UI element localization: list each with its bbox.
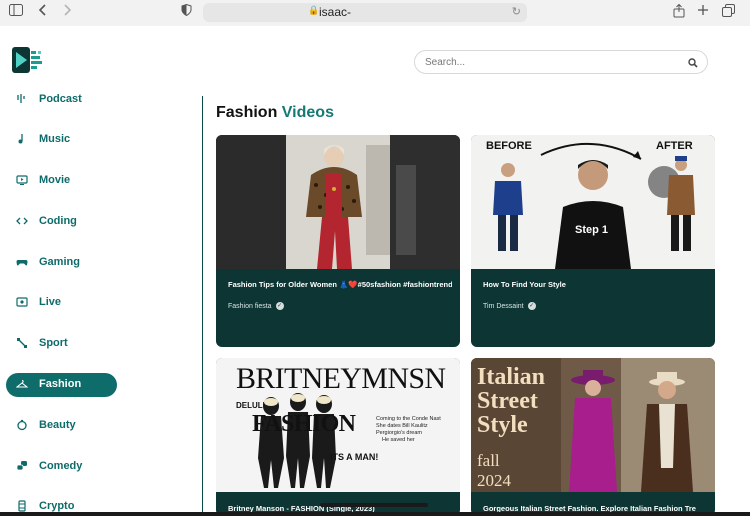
sidebar-toggle-icon[interactable] <box>9 4 23 21</box>
svg-text:Style: Style <box>477 412 528 438</box>
sidebar-item-label: Gaming <box>39 256 80 268</box>
sidebar-item-label: Podcast <box>39 93 82 105</box>
sidebar-item-fashion[interactable]: Fashion <box>6 373 117 397</box>
video-card[interactable]: Italian Street Style fall 2024 Gorgeous … <box>471 358 715 516</box>
video-card[interactable]: BEFORE AFTER Step 1 How To Find Your Sty… <box>471 135 715 347</box>
verified-icon: ✓ <box>275 302 284 310</box>
sidebar-item-label: Coding <box>39 215 77 227</box>
beauty-icon <box>16 419 28 431</box>
thumb-street-text: Street <box>477 388 538 414</box>
window-bottom-edge <box>0 512 750 516</box>
sidebar-item-label: Crypto <box>39 500 75 512</box>
video-thumbnail[interactable] <box>216 135 460 269</box>
verified-icon: ✓ <box>527 302 536 310</box>
thumb-before-text: BEFORE <box>486 140 532 152</box>
sidebar-item-label: Movie <box>39 174 71 186</box>
sidebar-item-music[interactable]: Music <box>6 128 117 152</box>
reload-icon[interactable]: ↻ <box>512 5 521 18</box>
sidebar-item-label: Fashion <box>39 378 82 390</box>
sidebar-item-coding[interactable]: Coding <box>6 210 117 234</box>
site-logo[interactable] <box>10 45 44 75</box>
thumb-style-text: Style <box>477 412 528 438</box>
privacy-shield-icon[interactable] <box>181 3 192 21</box>
video-author[interactable]: Fashion fiesta ✓ <box>228 302 284 310</box>
sidebar-item-live[interactable]: Live <box>6 291 117 315</box>
svg-text:fall: fall <box>477 451 500 470</box>
horizontal-scrollbar[interactable] <box>320 503 428 507</box>
music-note-icon <box>16 133 28 145</box>
comedy-icon <box>16 460 28 472</box>
sidebar-item-label: Music <box>39 133 71 145</box>
video-card[interactable]: Fashion Tips for Older Women 👗❤️#50sfash… <box>216 135 460 347</box>
svg-text:Italian: Italian <box>477 364 545 390</box>
video-title[interactable]: Fashion Tips for Older Women 👗❤️#50sfash… <box>228 280 452 289</box>
back-icon[interactable] <box>38 4 48 21</box>
tabs-overview-icon[interactable] <box>722 4 735 22</box>
author-name[interactable]: Tim Dessaint <box>483 303 524 310</box>
video-thumbnail[interactable]: Italian Street Style fall 2024 <box>471 358 715 492</box>
page-title-accent: Videos <box>281 104 334 121</box>
sidebar-item-label: Comedy <box>39 460 83 472</box>
page-title-prefix: Fashion <box>216 104 278 121</box>
podcast-icon <box>16 93 28 105</box>
sidebar-item-gaming[interactable]: Gaming <box>6 251 117 275</box>
forward-icon[interactable] <box>62 4 72 21</box>
thumb-itsaman-text: ITS A MAN! <box>330 452 378 462</box>
sidebar-item-movie[interactable]: Movie <box>6 169 117 193</box>
search-box[interactable] <box>414 50 708 74</box>
thumb-fashion-text: FASHION <box>252 411 357 437</box>
movie-icon <box>16 174 28 186</box>
gamepad-icon <box>16 256 28 268</box>
sidebar-item-podcast[interactable]: Podcast <box>6 88 117 112</box>
author-name[interactable]: Fashion fiesta <box>228 303 272 310</box>
sidebar-item-sport[interactable]: Sport <box>6 332 117 356</box>
sidebar-item-beauty[interactable]: Beauty <box>6 414 117 438</box>
search-input[interactable] <box>425 55 675 70</box>
lock-icon: 🔒 <box>308 6 320 16</box>
thumb-year-text: 2024 <box>477 471 512 490</box>
share-icon[interactable] <box>673 3 685 23</box>
code-icon <box>16 215 28 227</box>
thumb-step-text: Step 1 <box>575 224 608 236</box>
thumb-italian-text: Italian <box>477 364 545 390</box>
svg-text:Street: Street <box>477 388 538 414</box>
sidebar-item-label: Live <box>39 296 62 308</box>
video-thumbnail[interactable]: BEFORE AFTER Step 1 <box>471 135 715 269</box>
sport-icon <box>16 337 28 349</box>
sidebar-item-label: Sport <box>39 337 68 349</box>
sidebar-divider <box>202 96 203 516</box>
url-text: isaac- <box>319 5 352 19</box>
video-title[interactable]: How To Find Your Style <box>483 280 707 289</box>
svg-text:2024: 2024 <box>477 471 512 490</box>
browser-toolbar: 🔒 isaac- ↻ <box>0 0 750 26</box>
thumb-fall-text: fall <box>477 451 500 470</box>
thumb-after-text: AFTER <box>656 140 693 152</box>
category-sidebar: Podcast Music Movie Coding Gaming Live S… <box>0 86 203 516</box>
live-icon <box>16 296 28 308</box>
video-thumbnail[interactable]: BRITNEYMNSN DELULU FASHION Coming to the… <box>216 358 460 492</box>
search-icon[interactable] <box>687 56 699 68</box>
sidebar-item-comedy[interactable]: Comedy <box>6 455 117 479</box>
sidebar-item-label: Beauty <box>39 419 76 431</box>
video-author[interactable]: Tim Dessaint ✓ <box>483 302 536 310</box>
page-title: Fashion Videos <box>216 104 334 122</box>
new-tab-icon[interactable] <box>697 4 709 21</box>
crypto-icon <box>16 500 28 512</box>
thumb-masthead-text: BRITNEYMNSN <box>236 362 446 395</box>
hanger-icon <box>15 378 29 390</box>
video-card[interactable]: BRITNEYMNSN DELULU FASHION Coming to the… <box>216 358 460 516</box>
address-bar[interactable]: 🔒 isaac- ↻ <box>203 3 527 22</box>
